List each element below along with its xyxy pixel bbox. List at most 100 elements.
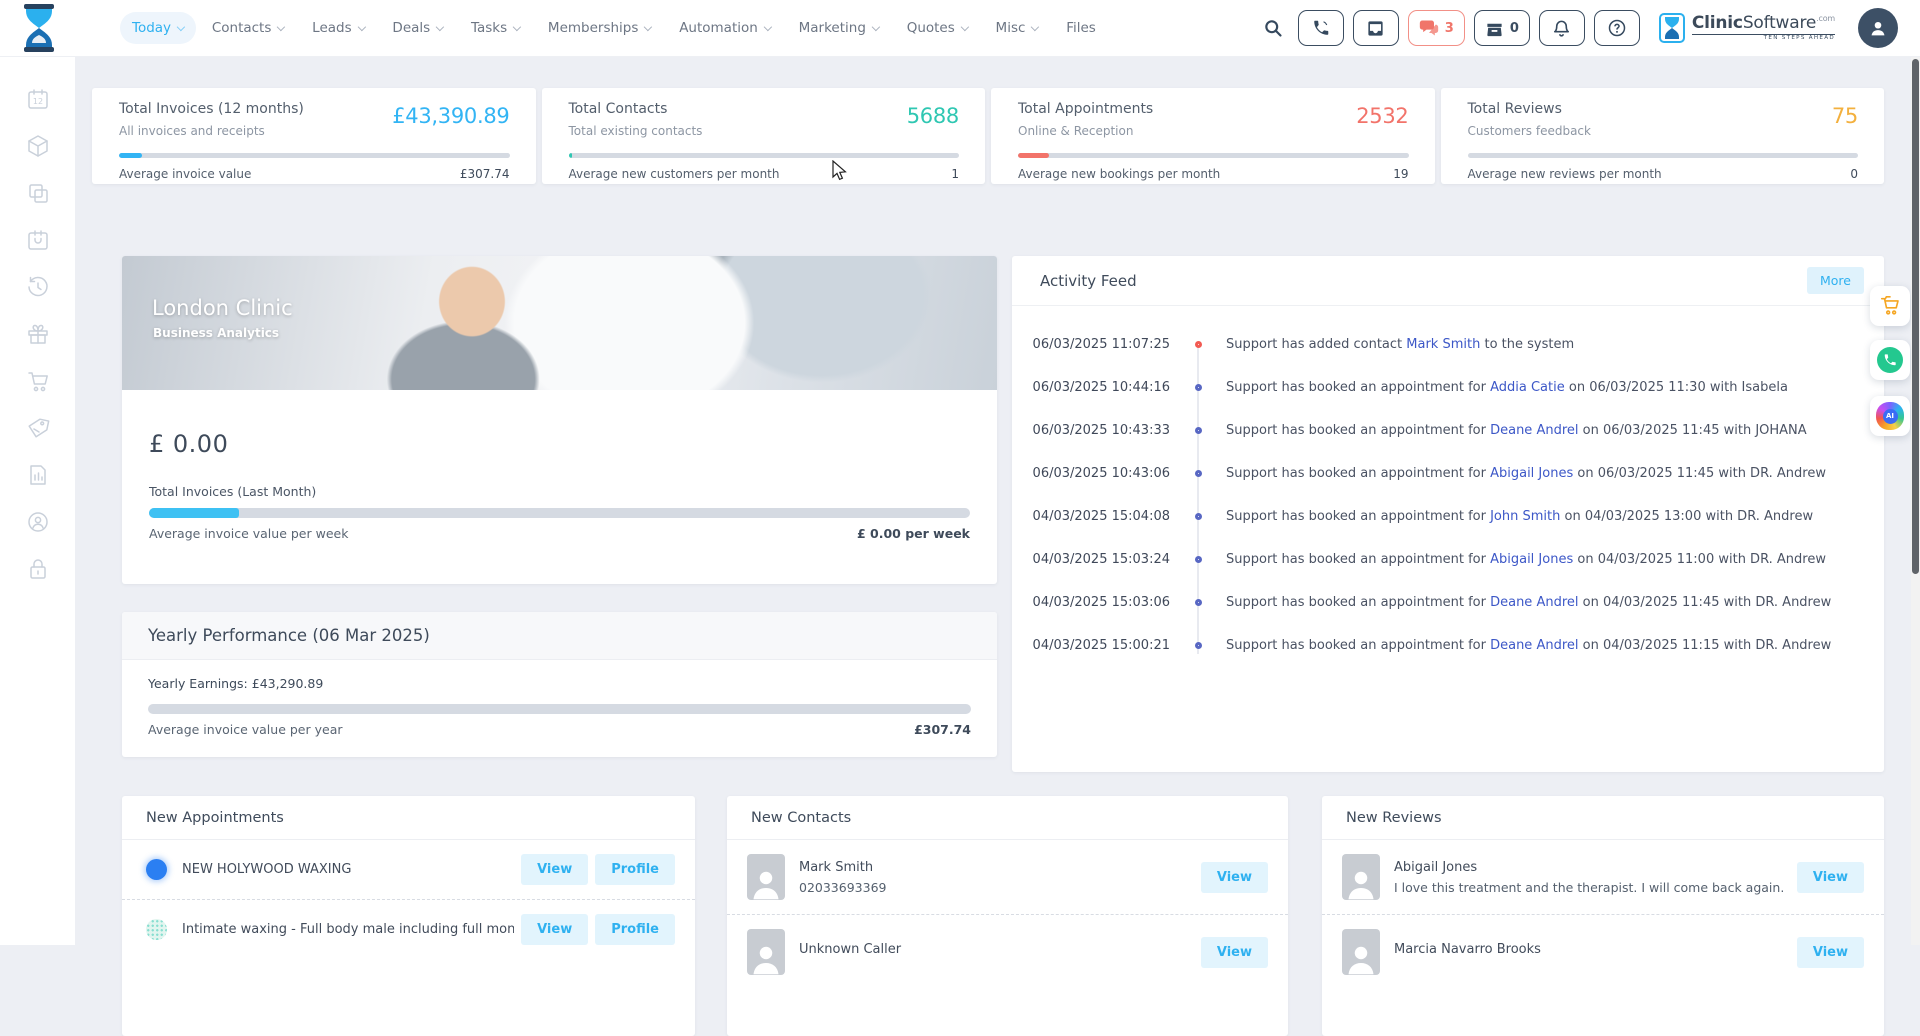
yearly-footer-label: Average invoice value per year: [148, 722, 343, 737]
progress-fill: [119, 153, 142, 158]
view-button[interactable]: View: [521, 854, 588, 885]
calendar-12-icon[interactable]: 12: [26, 87, 50, 111]
inbox-icon: [1366, 19, 1385, 38]
progress-track: [1468, 153, 1859, 158]
nav-item-today[interactable]: Today: [120, 12, 196, 44]
clinic-overview-card: London Clinic Business Analytics £ 0.00 …: [122, 256, 997, 584]
profile-button[interactable]: Profile: [595, 854, 675, 885]
appointment-row: Intimate waxing - Full body male includi…: [122, 899, 695, 959]
contact-link[interactable]: Abigail Jones: [1490, 466, 1573, 481]
nav-item-quotes[interactable]: Quotes: [895, 12, 980, 44]
floating-ai-button[interactable]: AI: [1870, 396, 1910, 436]
stat-title: Total Appointments: [1018, 101, 1153, 117]
progress-fill: [569, 153, 573, 158]
person-icon: [1346, 941, 1376, 975]
clinicsoftware-wordmark[interactable]: ClinicSoftware.com TEN STEPS AHEAD: [1659, 13, 1835, 43]
more-button[interactable]: More: [1807, 267, 1864, 294]
pos-button[interactable]: 0: [1474, 10, 1530, 46]
stat-footer-value: 1: [951, 167, 959, 181]
reviewer-name: Abigail Jones: [1394, 860, 1790, 875]
scrollbar-thumb[interactable]: [1912, 59, 1919, 574]
feed-text: Support has booked an appointment for Ab…: [1226, 466, 1826, 481]
nav-label: Quotes: [907, 20, 955, 36]
chevron-down-icon: [436, 22, 444, 30]
yearly-footer-value: £307.74: [914, 722, 971, 737]
copy-pages-icon[interactable]: [26, 181, 50, 205]
feed-row: 06/03/2025 10:43:33 Support has booked a…: [1012, 409, 1884, 452]
cart-icon: [1879, 295, 1901, 317]
bell-icon: [1552, 19, 1571, 38]
feed-text: Support has booked an appointment for Ad…: [1226, 380, 1788, 395]
nav-item-misc[interactable]: Misc: [984, 12, 1051, 44]
feed-timestamp: 06/03/2025 10:43:33: [1012, 423, 1170, 438]
clinicsoftware-hourglass-logo[interactable]: [16, 3, 62, 53]
package-icon[interactable]: [26, 134, 50, 158]
timeline-marker: [1195, 556, 1202, 563]
view-button[interactable]: View: [1201, 862, 1268, 893]
search-icon[interactable]: [1263, 18, 1283, 38]
progress-track: [1018, 153, 1409, 158]
nav-item-files[interactable]: Files: [1054, 12, 1108, 44]
view-button[interactable]: View: [521, 914, 588, 945]
nav-label: Today: [132, 20, 171, 36]
review-row: Abigail Jones I love this treatment and …: [1322, 840, 1884, 914]
nav-item-deals[interactable]: Deals: [380, 12, 455, 44]
view-button[interactable]: View: [1201, 937, 1268, 968]
view-button[interactable]: View: [1797, 862, 1864, 893]
feed-row: 04/03/2025 15:03:24 Support has booked a…: [1012, 538, 1884, 581]
nav-item-contacts[interactable]: Contacts: [200, 12, 296, 44]
help-button[interactable]: [1594, 10, 1640, 46]
nav-item-memberships[interactable]: Memberships: [536, 12, 663, 44]
feed-text: Support has booked an appointment for De…: [1226, 638, 1831, 653]
contact-link[interactable]: John Smith: [1490, 509, 1560, 524]
lock-icon[interactable]: [26, 557, 50, 581]
feed-text: Support has booked an appointment for Ab…: [1226, 552, 1826, 567]
stat-value: £43,390.89: [392, 104, 509, 138]
account-sync-icon[interactable]: [26, 510, 50, 534]
contact-link[interactable]: Abigail Jones: [1490, 552, 1573, 567]
contact-link[interactable]: Deane Andrel: [1490, 423, 1578, 438]
review-text: I love this treatment and the therapist.…: [1394, 880, 1790, 895]
report-icon[interactable]: [26, 463, 50, 487]
question-icon: [1607, 18, 1627, 38]
service-dot: [146, 919, 167, 940]
main-nav: Today Contacts Leads Deals Tasks Members…: [120, 12, 1108, 44]
cart-icon[interactable]: [26, 369, 50, 393]
page-scrollbar[interactable]: [1911, 57, 1920, 945]
contact-link[interactable]: Mark Smith: [1406, 337, 1480, 352]
stat-card-invoices: Total Invoices (12 months) All invoices …: [92, 88, 536, 184]
notifications-button[interactable]: [1539, 10, 1585, 46]
view-button[interactable]: View: [1797, 937, 1864, 968]
gift-icon[interactable]: [26, 322, 50, 346]
contact-link[interactable]: Deane Andrel: [1490, 638, 1578, 653]
phone-button[interactable]: [1298, 10, 1344, 46]
chat-bubbles-icon: [1419, 18, 1439, 38]
contact-link[interactable]: Addia Catie: [1490, 380, 1565, 395]
nav-item-leads[interactable]: Leads: [300, 12, 376, 44]
price-tag-icon[interactable]: [26, 416, 50, 440]
inbox-button[interactable]: [1353, 10, 1399, 46]
brand-tld: .com: [1816, 14, 1835, 23]
yearly-performance-card: Yearly Performance (06 Mar 2025) Yearly …: [122, 612, 997, 757]
feed-text: Support has booked an appointment for De…: [1226, 423, 1807, 438]
timeline-marker: [1195, 470, 1202, 477]
history-icon[interactable]: [26, 275, 50, 299]
brand-text: ClinicSoftware.com TEN STEPS AHEAD: [1692, 15, 1835, 42]
feed-timestamp: 06/03/2025 11:07:25: [1012, 337, 1170, 352]
chevron-down-icon: [644, 22, 652, 30]
profile-button[interactable]: Profile: [595, 914, 675, 945]
floating-call-button[interactable]: [1870, 340, 1910, 380]
ai-icon: AI: [1876, 402, 1904, 430]
nav-label: Leads: [312, 20, 351, 36]
nav-item-automation[interactable]: Automation: [667, 12, 782, 44]
nav-label: Contacts: [212, 20, 272, 36]
nav-item-tasks[interactable]: Tasks: [459, 12, 532, 44]
user-avatar[interactable]: [1858, 8, 1898, 48]
stat-value: 5688: [907, 104, 959, 138]
floating-cart-button[interactable]: [1870, 286, 1910, 326]
chat-button[interactable]: 3: [1408, 10, 1465, 46]
contact-link[interactable]: Deane Andrel: [1490, 595, 1578, 610]
phone-icon: [1883, 353, 1897, 367]
booking-calendar-icon[interactable]: [26, 228, 50, 252]
nav-item-marketing[interactable]: Marketing: [787, 12, 891, 44]
